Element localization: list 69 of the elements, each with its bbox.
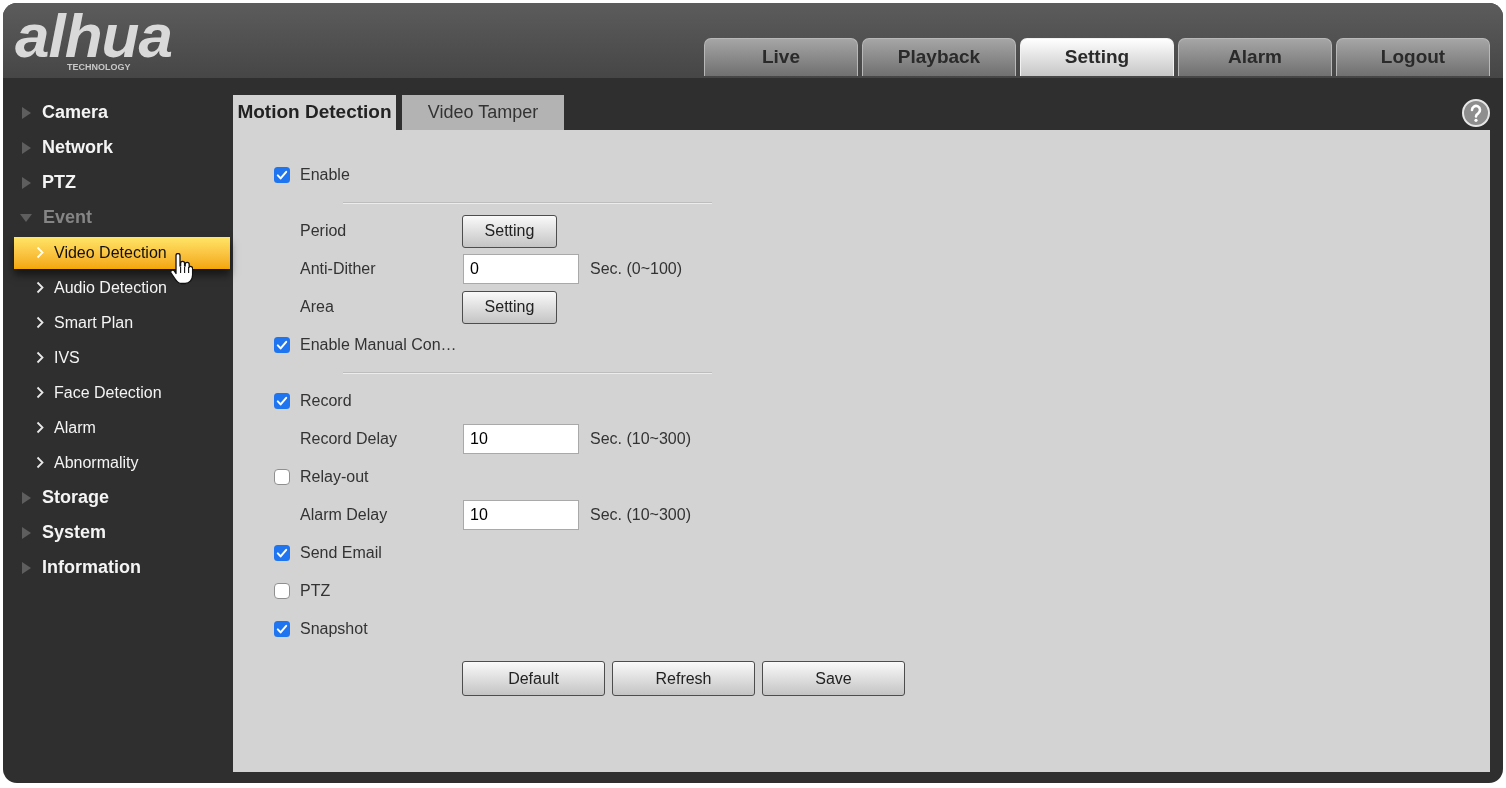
triangle-right-icon[interactable]: [21, 106, 31, 119]
checkbox[interactable]: [274, 583, 290, 599]
field-label: Alarm Delay: [300, 506, 388, 523]
input-field[interactable]: 10: [463, 424, 579, 454]
field-label: Area: [300, 298, 334, 315]
checkbox[interactable]: [274, 621, 290, 637]
setting-button[interactable]: Setting: [462, 214, 557, 248]
checkbox[interactable]: [274, 337, 290, 353]
input-field[interactable]: 10: [463, 500, 579, 530]
content-tab[interactable]: Video Tamper: [402, 95, 564, 130]
unit-label: Sec. (0~100): [590, 259, 683, 279]
sidebar-item[interactable]: Event: [43, 204, 93, 231]
checkbox-label: Send Email: [300, 543, 382, 563]
nav-tab[interactable]: Alarm: [1178, 38, 1332, 76]
field-label: Period: [300, 222, 347, 239]
setting-button[interactable]: Setting: [462, 290, 557, 324]
unit-label: Sec. (10~300): [590, 429, 691, 449]
sidebar-subitem[interactable]: Face Detection: [14, 376, 230, 409]
nav-tab[interactable]: Live: [704, 38, 858, 76]
sidebar-subitem[interactable]: Alarm: [14, 411, 230, 444]
sidebar-item[interactable]: PTZ: [42, 169, 76, 196]
checkbox[interactable]: [274, 393, 290, 409]
help-icon[interactable]: [1462, 98, 1490, 127]
content-tab[interactable]: Motion Detection: [233, 95, 396, 130]
logo-tagline: TECHNOLOGY: [67, 62, 131, 73]
chevron-right-icon: [36, 421, 44, 434]
checkbox-label: Enable: [300, 165, 350, 185]
sidebar-item[interactable]: Network: [42, 134, 113, 161]
sidebar-item[interactable]: System: [42, 519, 107, 546]
field-label: Anti-Dither: [300, 260, 376, 277]
checkbox-label: PTZ: [300, 581, 331, 601]
hand-pointer-icon: [169, 253, 193, 285]
checkbox-label: Snapshot: [300, 619, 368, 639]
nav-tab[interactable]: Setting: [1020, 38, 1174, 76]
triangle-right-icon[interactable]: [21, 491, 31, 504]
sidebar-item[interactable]: Camera: [42, 99, 109, 126]
checkbox[interactable]: [274, 545, 290, 561]
triangle-right-icon[interactable]: [21, 561, 31, 574]
chevron-right-icon: [36, 246, 44, 259]
chevron-right-icon: [36, 316, 44, 329]
action-button[interactable]: Default: [462, 661, 605, 696]
checkbox-label: Enable Manual Con…: [300, 335, 457, 355]
checkbox-label: Relay-out: [300, 467, 369, 487]
chevron-right-icon: [36, 456, 44, 469]
logo-wordmark: alhua: [15, 11, 172, 61]
triangle-right-icon[interactable]: [21, 176, 31, 189]
checkbox[interactable]: [274, 469, 290, 485]
sidebar-subitem[interactable]: Smart Plan: [14, 306, 230, 339]
sidebar-subitem[interactable]: Audio Detection: [14, 271, 230, 304]
sidebar-subitem[interactable]: Abnormality: [14, 446, 230, 479]
nav-tab[interactable]: Logout: [1336, 38, 1490, 76]
chevron-right-icon: [36, 351, 44, 364]
triangle-right-icon[interactable]: [21, 141, 31, 154]
unit-label: Sec. (10~300): [590, 505, 691, 525]
checkbox-label: Record: [300, 391, 352, 411]
nav-tab[interactable]: Playback: [862, 38, 1016, 76]
sidebar-item[interactable]: Storage: [42, 484, 110, 511]
sidebar-subitem[interactable]: Video Detection: [14, 236, 230, 269]
sidebar-item[interactable]: Information: [42, 554, 141, 581]
chevron-right-icon: [36, 281, 44, 294]
checkbox[interactable]: [274, 167, 290, 183]
action-button[interactable]: Save: [762, 661, 905, 696]
triangle-down-icon[interactable]: [20, 212, 32, 223]
chevron-right-icon: [36, 386, 44, 399]
triangle-right-icon[interactable]: [21, 526, 31, 539]
input-field[interactable]: 0: [463, 254, 579, 284]
action-button[interactable]: Refresh: [612, 661, 755, 696]
field-label: Record Delay: [300, 430, 397, 447]
sidebar-subitem[interactable]: IVS: [14, 341, 230, 374]
